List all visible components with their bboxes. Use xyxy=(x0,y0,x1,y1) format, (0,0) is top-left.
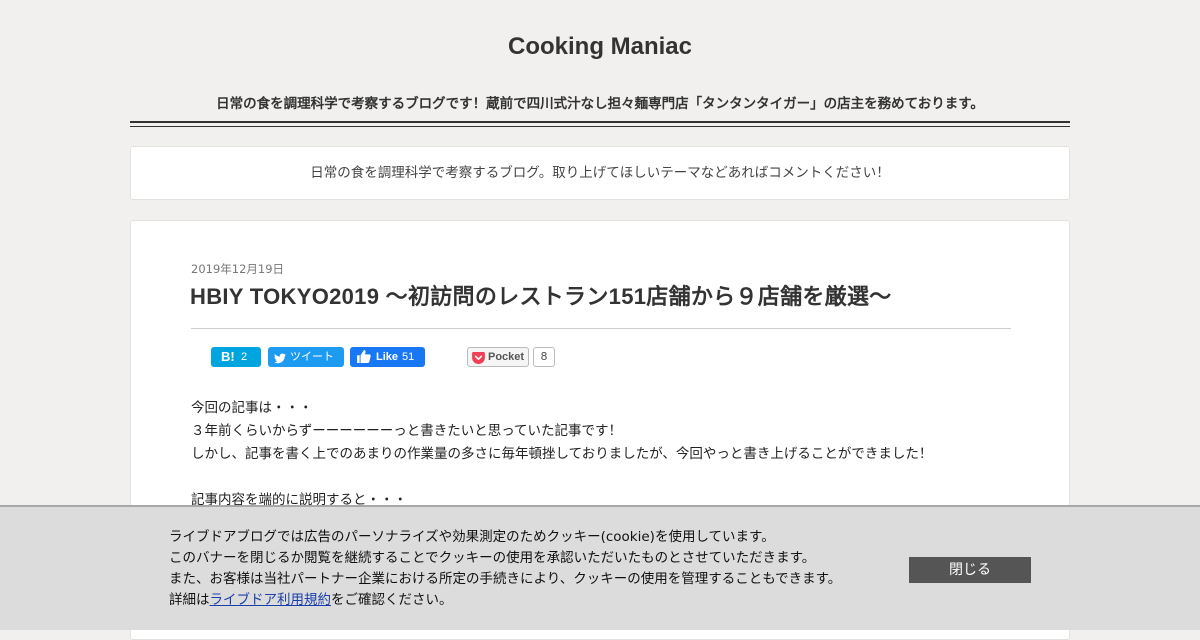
body-paragraph: しかし、記事を書く上でのあまりの作業量の多さに毎年頓挫しておりましたが、今回やっ… xyxy=(191,446,933,462)
title-divider xyxy=(191,328,1011,329)
body-paragraph: 今回の記事は・・・ xyxy=(191,400,313,416)
site-description: 日常の食を調理科学で考察するブログです！蔵前で四川式汁なし担々麺専門店「タンタン… xyxy=(216,96,984,112)
site-header: Cooking Maniac 日常の食を調理科学で考察するブログです！蔵前で四川… xyxy=(130,0,1070,127)
hatena-count: 2 xyxy=(241,351,248,363)
like-count: 51 xyxy=(402,351,415,363)
pocket-count: 8 xyxy=(533,347,555,367)
facebook-like-button[interactable]: Like 51 xyxy=(350,347,425,367)
terms-link[interactable]: ライブドア利用規約 xyxy=(210,592,332,608)
cookie-line: このバナーを閉じるか閲覧を継続することでクッキーの使用を承認いただいたものとさせ… xyxy=(169,550,816,566)
thumbs-up-icon xyxy=(357,350,371,370)
cookie-line: 詳細はライブドア利用規約をご確認ください。 xyxy=(169,590,841,611)
hatena-bookmark-button[interactable]: B! 2 xyxy=(211,347,261,367)
pocket-label: Pocket xyxy=(488,351,525,363)
cookie-detail-suffix: をご確認ください。 xyxy=(331,592,453,608)
tweet-button[interactable]: ツイート xyxy=(268,347,344,367)
article-title[interactable]: HBIY TOKYO2019 〜初訪問のレストラン151店舗から９店舗を厳選〜 xyxy=(190,279,892,311)
pocket-button[interactable]: Pocket xyxy=(467,347,529,367)
body-paragraph: ３年前くらいからずーーーーーーっと書きたいと思っていた記事です！ xyxy=(191,423,623,439)
cookie-banner: ライブドアブログでは広告のパーソナライズや効果測定のためクッキー(cookie)… xyxy=(0,505,1200,630)
blog-notice: 日常の食を調理科学で考察するブログ。取り上げてほしいテーマなどあればコメントくだ… xyxy=(130,146,1070,200)
share-buttons: B! 2 ツイート Like 51 Pocket 8 xyxy=(211,347,571,367)
cookie-line: また、お客様は当社パートナー企業における所定の手続きにより、クッキーの使用を管理… xyxy=(169,571,842,587)
hatena-label: B! xyxy=(221,349,235,364)
pocket-icon xyxy=(472,351,485,371)
cookie-detail-prefix: 詳細は xyxy=(169,592,210,608)
header-divider xyxy=(130,121,1070,127)
twitter-bird-icon xyxy=(274,351,286,371)
tweet-label: ツイート xyxy=(290,351,334,363)
close-banner-button[interactable]: 閉じる xyxy=(909,557,1031,583)
article-body: 今回の記事は・・・ ３年前くらいからずーーーーーーっと書きたいと思っていた記事で… xyxy=(191,397,1011,512)
like-label: Like xyxy=(376,351,399,363)
article-date: 2019年12月19日 xyxy=(191,262,285,276)
cookie-message: ライブドアブログでは広告のパーソナライズや効果測定のためクッキー(cookie)… xyxy=(169,527,841,611)
site-title[interactable]: Cooking Maniac xyxy=(130,33,1070,61)
cookie-line: ライブドアブログでは広告のパーソナライズや効果測定のためクッキー(cookie)… xyxy=(169,529,775,545)
